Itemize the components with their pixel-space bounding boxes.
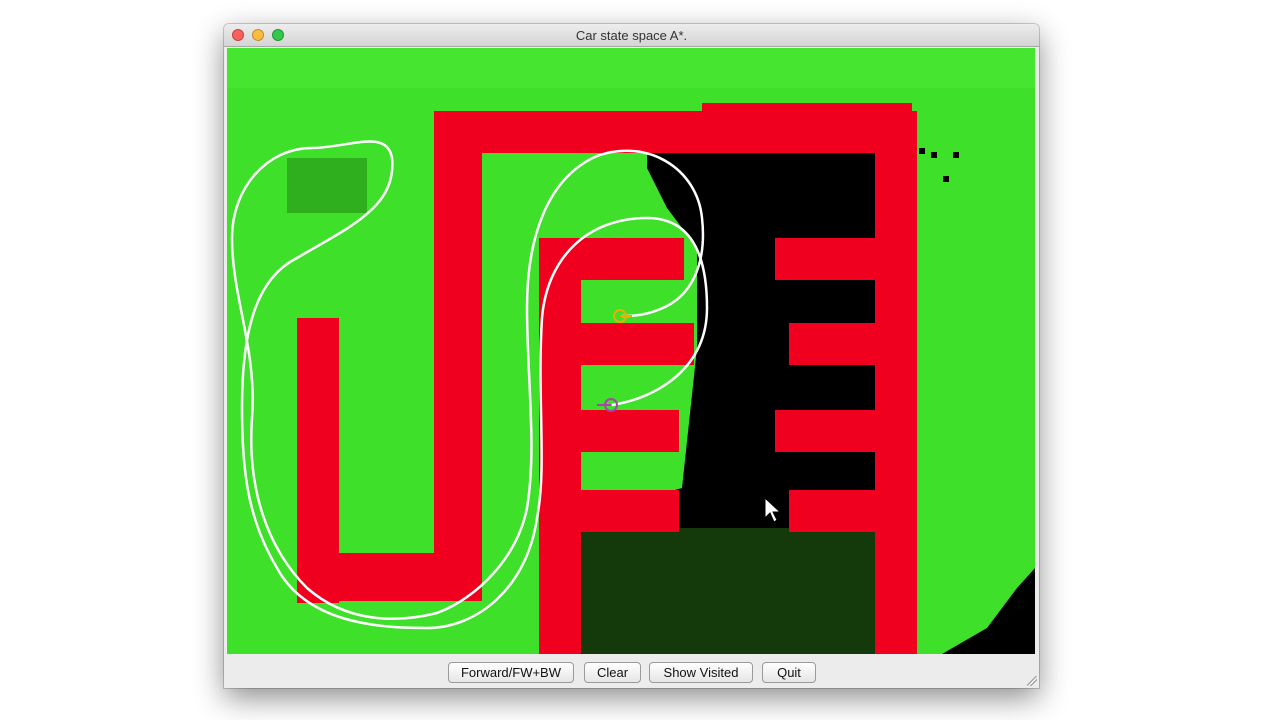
noise-dot	[953, 152, 959, 158]
wall-segment	[775, 238, 917, 280]
resize-grip-icon[interactable]	[1027, 676, 1037, 686]
quit-button[interactable]: Quit	[762, 662, 816, 683]
noise-dot	[931, 152, 937, 158]
free-space-band	[227, 48, 1035, 88]
map-svg	[227, 48, 1035, 654]
wall-segment	[297, 553, 477, 601]
noise-dot	[943, 176, 949, 182]
wall-segment	[789, 490, 917, 532]
show-visited-button[interactable]: Show Visited	[649, 662, 753, 683]
state-space-canvas[interactable]	[227, 48, 1035, 654]
window-title: Car state space A*.	[575, 28, 688, 43]
app-window: Car state space A*. Forward/FW+BW Clear …	[224, 24, 1039, 688]
forward-fw-bw-button[interactable]: Forward/FW+BW	[448, 662, 574, 683]
wall-segment	[539, 410, 679, 452]
button-bar: Forward/FW+BW Clear Show Visited Quit	[224, 654, 1039, 688]
wall-segment	[539, 323, 694, 365]
wall-segment	[775, 410, 917, 452]
wall-segment	[789, 323, 917, 365]
wall-segment	[875, 111, 917, 654]
noise-dot	[919, 148, 925, 154]
wall-segment	[434, 111, 482, 601]
explored-dark-area	[582, 528, 877, 654]
explored-patch	[287, 158, 367, 213]
wall-segment	[434, 111, 917, 153]
wall-segment	[539, 490, 679, 532]
title-bar[interactable]: Car state space A*.	[224, 24, 1039, 47]
clear-button[interactable]: Clear	[584, 662, 641, 683]
